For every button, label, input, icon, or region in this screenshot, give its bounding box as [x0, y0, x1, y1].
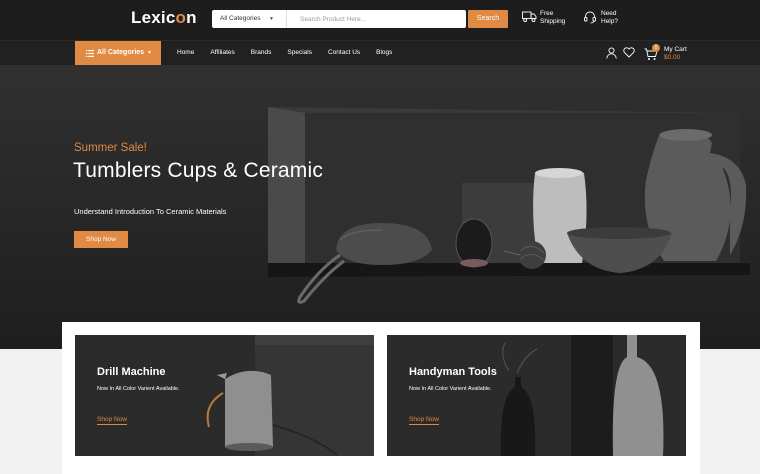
free-shipping-info[interactable]: Free Shipping	[522, 10, 582, 30]
nav-item-affiliates[interactable]: Affiliates	[210, 41, 234, 65]
nav-item-home[interactable]: Home	[177, 41, 194, 65]
nav-menu: Home Affiliates Brands Specials Contact …	[177, 41, 408, 65]
need-help-info[interactable]: Need Help?	[583, 10, 633, 30]
cart-amount: $0.00	[664, 54, 681, 61]
banner-title: Drill Machine	[97, 366, 166, 378]
all-categories-button[interactable]: All Categories ▼	[75, 41, 161, 65]
nav-item-blogs[interactable]: Blogs	[376, 41, 392, 65]
banner-subtitle: Now In All Color Varient Available.	[97, 386, 180, 392]
promo-banner-handyman-tools[interactable]: Handyman Tools Now In All Color Varient …	[387, 335, 686, 456]
truck-icon	[522, 11, 537, 22]
logo[interactable]: Lexicon	[131, 8, 197, 28]
chevron-down-icon: ▼	[269, 16, 274, 22]
category-select[interactable]: All Categories ▼	[212, 10, 287, 28]
banner-shop-now-link[interactable]: Shop Now	[409, 416, 439, 425]
search-button[interactable]: Search	[468, 10, 508, 28]
nav-item-specials[interactable]: Specials	[287, 41, 312, 65]
banner-title: Handyman Tools	[409, 366, 497, 378]
promo-banner-drill-machine[interactable]: Drill Machine Now In All Color Varient A…	[75, 335, 374, 456]
cart-button[interactable]: 0 My Cart $0.00	[644, 44, 704, 63]
cart-label: My Cart	[664, 46, 687, 53]
hero-title: Tumblers Cups & Ceramic	[73, 159, 324, 182]
banner-subtitle: Now In All Color Varient Available.	[409, 386, 492, 392]
hero-description: Understand Introduction To Ceramic Mater…	[74, 207, 227, 216]
main-nav: All Categories ▼ Home Affiliates Brands …	[0, 40, 760, 65]
nav-item-contact-us[interactable]: Contact Us	[328, 41, 360, 65]
search-input[interactable]	[288, 10, 464, 28]
chevron-down-icon: ▼	[147, 50, 152, 56]
banner-shop-now-link[interactable]: Shop Now	[97, 416, 127, 425]
user-icon[interactable]	[606, 47, 617, 59]
vases-image	[500, 335, 664, 456]
search-bar: All Categories ▼	[212, 10, 466, 28]
headset-icon	[584, 11, 596, 24]
hero-shop-now-button[interactable]: Shop Now	[74, 231, 128, 248]
nav-item-brands[interactable]: Brands	[251, 41, 272, 65]
top-header: Lexicon All Categories ▼ Search FreeShip…	[0, 0, 760, 40]
heart-icon[interactable]	[623, 47, 635, 58]
hero-subtitle: Summer Sale!	[74, 142, 147, 154]
kettle-image	[206, 335, 374, 456]
cart-count-badge: 0	[652, 44, 660, 52]
menu-icon	[86, 50, 94, 57]
hero-banner: Summer Sale! Tumblers Cups & Ceramic Und…	[0, 65, 760, 349]
